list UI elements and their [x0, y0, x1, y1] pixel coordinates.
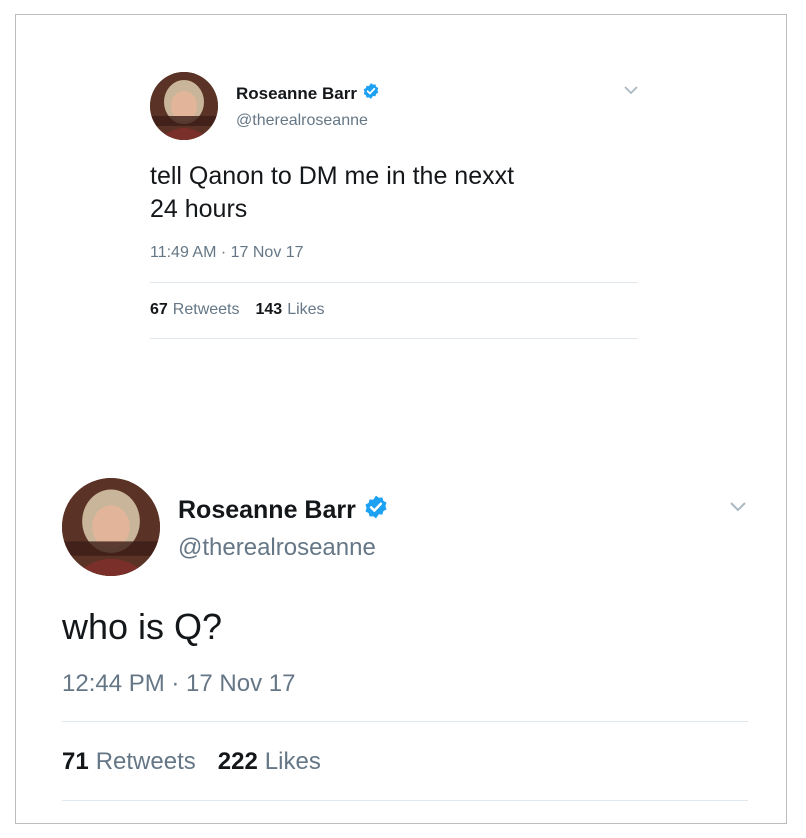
retweets-count: 71 [62, 748, 89, 775]
retweets-count: 67 [150, 301, 168, 318]
chevron-down-icon[interactable] [623, 84, 639, 96]
engagement-stats: 71 Retweets 222 Likes [62, 748, 321, 776]
likes-stat[interactable]: 222 Likes [218, 748, 321, 776]
likes-label: Likes [264, 748, 321, 775]
chevron-down-icon[interactable] [728, 499, 748, 513]
timestamp[interactable]: 11:49 AM · 17 Nov 17 [150, 244, 304, 262]
timestamp[interactable]: 12:44 PM · 17 Nov 17 [62, 670, 295, 698]
handle[interactable]: @therealroseanne [236, 112, 368, 130]
avatar-image [150, 72, 218, 140]
tweet-text: tell Qanon to DM me in the nexxt 24 hour… [150, 160, 514, 225]
divider [150, 338, 638, 339]
likes-stat[interactable]: 143 Likes [256, 301, 325, 319]
display-name[interactable]: Roseanne Barr [178, 496, 356, 525]
likes-count: 143 [255, 301, 283, 318]
avatar[interactable] [150, 72, 218, 140]
verified-badge-icon [362, 82, 380, 105]
tweet-text-line: 24 hours [150, 194, 248, 223]
divider [62, 721, 748, 722]
tweet-text-line: who is Q? [62, 606, 223, 647]
author-name-row: Roseanne Barr [178, 494, 389, 527]
handle[interactable]: @therealroseanne [178, 534, 376, 562]
retweets-label: Retweets [95, 748, 196, 775]
divider [62, 800, 748, 801]
retweets-stat[interactable]: 67 Retweets [150, 301, 240, 319]
divider [150, 282, 638, 283]
verified-badge-icon [363, 494, 389, 527]
tweet-text-line: tell Qanon to DM me in the nexxt [150, 162, 515, 190]
screenshot-frame [15, 14, 787, 824]
avatar-image [62, 478, 160, 576]
display-name[interactable]: Roseanne Barr [236, 84, 357, 104]
retweets-label: Retweets [172, 301, 240, 318]
avatar[interactable] [62, 478, 160, 576]
retweets-stat[interactable]: 71 Retweets [62, 748, 196, 776]
tweet-text: who is Q? [62, 604, 222, 651]
likes-count: 222 [217, 748, 258, 775]
engagement-stats: 67 Retweets 143 Likes [150, 301, 325, 319]
author-name-row: Roseanne Barr [236, 82, 380, 105]
likes-label: Likes [287, 301, 325, 318]
